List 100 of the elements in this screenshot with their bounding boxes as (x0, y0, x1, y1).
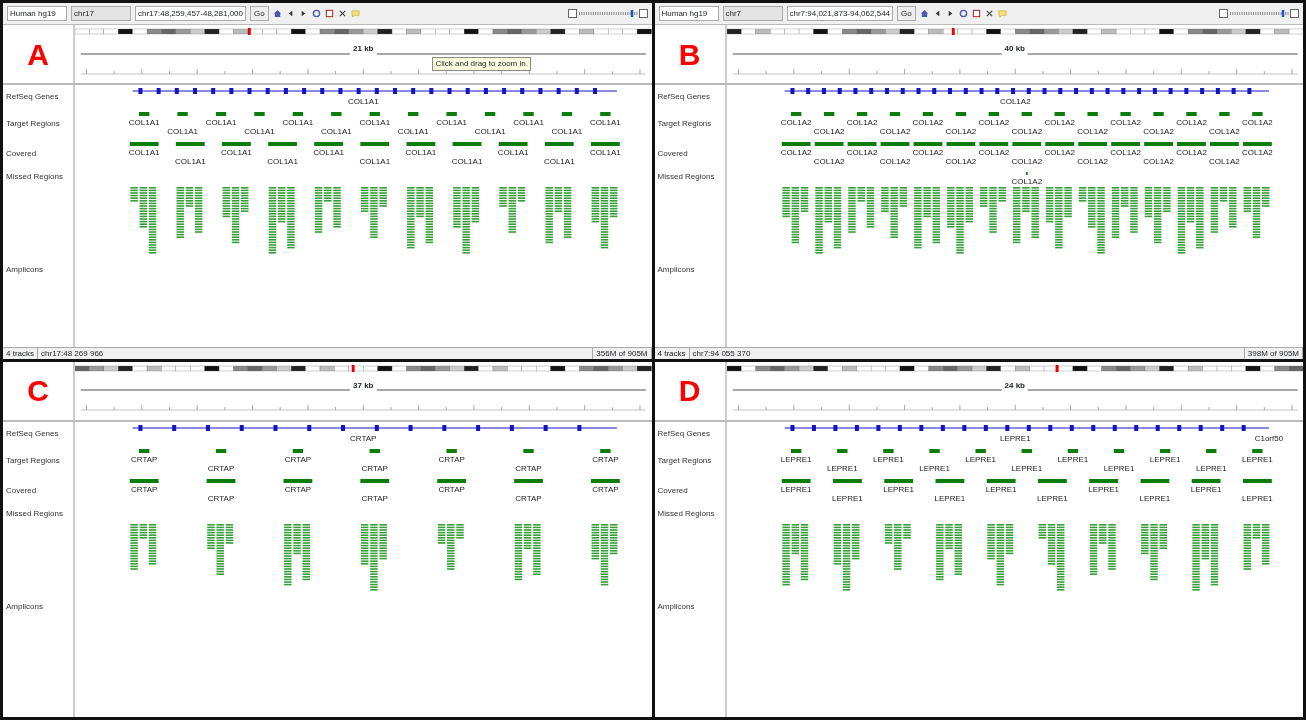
go-button[interactable]: Go (250, 6, 269, 21)
amplicon-pile (880, 187, 907, 238)
target-region (600, 112, 611, 116)
target-region (790, 112, 801, 116)
feature-label: LEPRE1 (1241, 454, 1273, 464)
covered-region (314, 142, 344, 146)
feature-label: COL1A1 (436, 118, 467, 127)
feature-label: COL1A2 (1076, 127, 1108, 136)
track-name: Target Regions (656, 118, 713, 130)
covered-region (847, 142, 876, 146)
feature-label: COL1A2 (1241, 118, 1273, 127)
amplicon-pile (268, 187, 295, 254)
feature-label: COL1A2 (1142, 127, 1174, 136)
covered-region (781, 478, 811, 483)
track-name: Missed Regions (656, 171, 716, 183)
missed-region (1025, 172, 1028, 175)
genome-dropdown[interactable]: Human hg19 (7, 6, 67, 21)
feature-label: COL1A2 (813, 127, 844, 136)
amplicon-pile (407, 187, 433, 249)
target-region (1054, 112, 1065, 116)
target-region (1021, 448, 1032, 453)
covered-region (1077, 142, 1107, 146)
feature-label: COL1A2 (846, 148, 877, 157)
amplicon-pile (884, 523, 911, 570)
amplicon-pile (499, 187, 526, 233)
covered-region (1191, 478, 1221, 483)
feature-label: LEPRE1 (1149, 454, 1180, 464)
locus-field[interactable]: chr17:48,259,457-48,281,000 (135, 6, 246, 21)
feature-label: COL1A2 (1010, 127, 1042, 136)
target-region (254, 112, 265, 116)
target-region (139, 112, 150, 116)
amplicon-pile (545, 187, 572, 244)
feature-label: CRTAP (131, 484, 158, 494)
feature-label: LEPRE1 (872, 454, 904, 464)
feature-label: LEPRE1 (1036, 493, 1068, 503)
covered-region (986, 478, 1016, 483)
covered-region (880, 142, 909, 146)
feature-label: COL1A1 (313, 148, 344, 157)
target-region (1067, 448, 1078, 453)
track-name: Missed Regions (656, 507, 716, 520)
feature-label: COL1A1 (267, 157, 298, 166)
target-region (1205, 448, 1216, 453)
covered-region (360, 478, 390, 483)
home-icon[interactable] (919, 9, 929, 18)
locus-field[interactable]: chr7:94,021,873-94,062,544 (786, 6, 894, 21)
region-icon[interactable] (971, 9, 981, 18)
amplicon-pile (176, 187, 203, 238)
zoom-slider[interactable] (1219, 9, 1299, 18)
feature-label: LEPRE1 (1010, 463, 1042, 473)
region-icon[interactable] (324, 9, 334, 18)
amplicon-pile (360, 523, 387, 591)
target-region (1185, 112, 1197, 116)
refresh-icon[interactable] (311, 9, 321, 18)
chromosome-dropdown[interactable]: chr17 (71, 6, 131, 21)
amplicon-pile (514, 523, 541, 580)
amplicon-pile (781, 523, 808, 585)
feature-label: COL1A1 (543, 157, 575, 166)
refresh-icon[interactable] (958, 9, 968, 18)
feature-label: COL1A2 (1208, 157, 1240, 166)
covered-region (590, 478, 620, 483)
covered-region (1140, 478, 1169, 483)
covered-region (437, 478, 467, 483)
target-region (955, 112, 966, 116)
feature-label: COL1A1 (221, 148, 252, 157)
covered-region (1242, 142, 1272, 146)
feature-label: COL1A2 (1043, 118, 1075, 127)
amplicon-pile (1191, 523, 1218, 591)
track-name: RefSeq Genes (656, 427, 711, 440)
track-name: Covered (656, 484, 689, 497)
amplicon-pile (946, 187, 973, 254)
memory-text: 398M of 905M (1244, 347, 1303, 359)
target-region (889, 112, 900, 116)
feature-label: COL1A1 (174, 157, 206, 166)
covered-region (935, 478, 964, 483)
chromosome-dropdown[interactable]: chr7 (722, 6, 783, 21)
feature-label: CRTAP (207, 493, 235, 503)
feature-label: COL1A1 (282, 118, 314, 127)
target-region (561, 112, 573, 116)
home-icon[interactable] (272, 9, 282, 18)
amplicon-pile (847, 187, 874, 233)
covered-region (814, 142, 844, 146)
covered-region (1011, 142, 1041, 146)
genome-dropdown[interactable]: Human hg19 (658, 6, 719, 21)
covered-region (544, 142, 574, 146)
target-region (1021, 112, 1032, 116)
close-icon[interactable] (337, 9, 347, 18)
feature-label: LEPRE1 (780, 484, 811, 494)
tooltip: Click and drag to zoom in. (432, 57, 531, 71)
track-name: Amplicons (656, 601, 696, 611)
close-icon[interactable] (984, 9, 994, 18)
target-region (1119, 112, 1131, 116)
track-name: Target Regions (656, 454, 713, 467)
feature-label: LEPRE1 (882, 484, 914, 494)
go-button[interactable]: Go (897, 6, 916, 21)
feature-label: COL1A2 (780, 118, 811, 127)
target-region (1251, 448, 1263, 453)
target-region (446, 112, 457, 116)
zoom-slider[interactable] (567, 9, 648, 18)
amplicon-pile (1210, 187, 1237, 233)
gene-label: COL1A2 (999, 97, 1031, 106)
